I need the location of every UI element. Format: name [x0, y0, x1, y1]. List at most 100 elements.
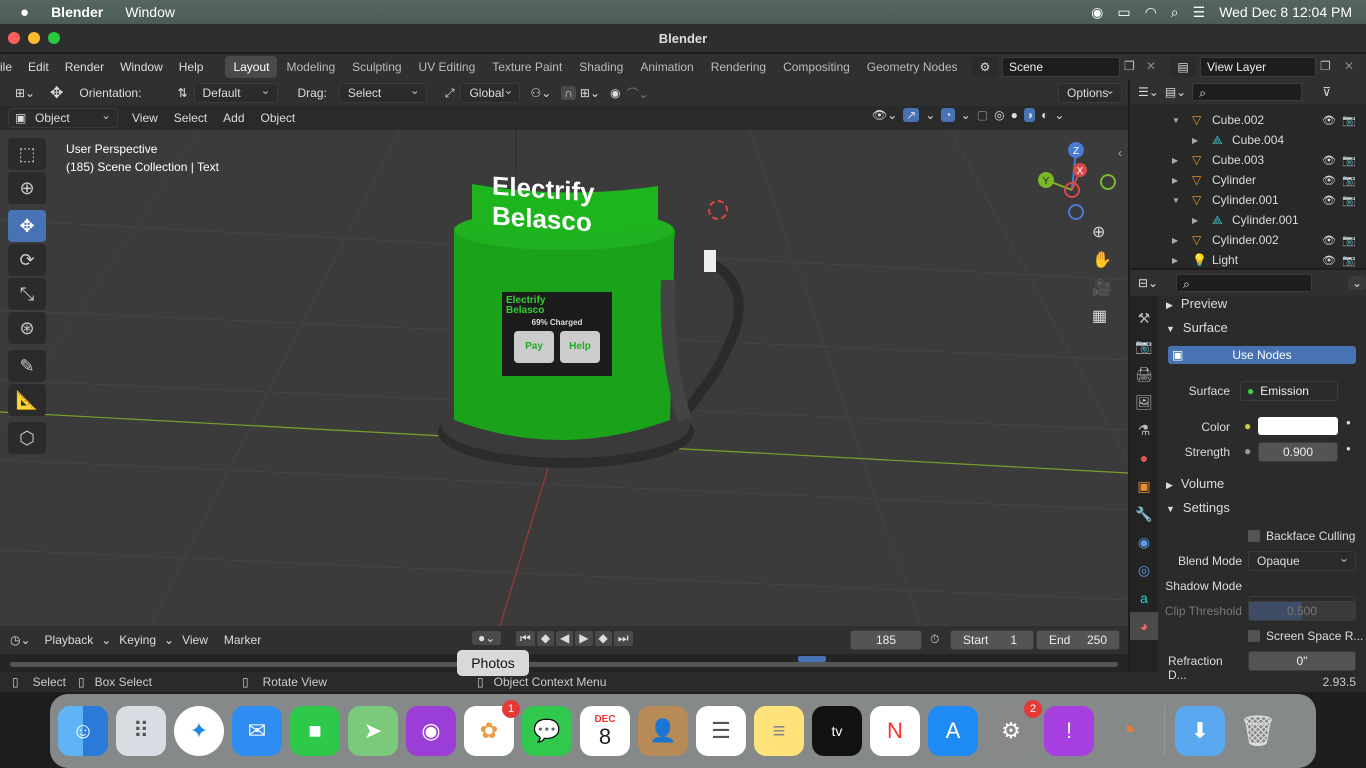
trash-icon[interactable]: 🗑 [1233, 706, 1283, 756]
outliner-row[interactable]: ▶ ⟁ Cylinder.001 [1130, 210, 1366, 230]
chevron-down-icon[interactable]: ▼ [1172, 196, 1180, 205]
material-tab-icon[interactable]: ◕ [1130, 612, 1158, 640]
view-layer-field[interactable]: View Layer [1200, 57, 1316, 77]
podcasts-icon[interactable]: ◉ [406, 706, 456, 756]
transform-tool-icon[interactable]: ⊛ [8, 312, 46, 344]
new-scene-icon[interactable]: ❐ [1124, 59, 1135, 73]
launchpad-icon[interactable]: ⠿ [116, 706, 166, 756]
messages-icon[interactable]: 💬 [522, 706, 572, 756]
strength-socket-icon[interactable]: ● [1244, 444, 1251, 458]
marker-menu[interactable]: Marker [216, 633, 269, 647]
outliner-row[interactable]: ▼ ▽ Cylinder.001 👁 📷 [1130, 190, 1366, 210]
outliner-row[interactable]: ▼ ▽ Cube.002 👁 📷 [1130, 110, 1366, 130]
notes-icon[interactable]: ≡ [754, 706, 804, 756]
tab-compositing[interactable]: Compositing [775, 56, 858, 78]
render-camera-icon[interactable]: 📷 [1342, 114, 1356, 127]
feedback-assistant-icon[interactable]: ! [1044, 706, 1094, 756]
scene-name-field[interactable]: Scene [1002, 57, 1120, 77]
tab-rendering[interactable]: Rendering [703, 56, 774, 78]
blend-mode-dropdown[interactable]: Opaque [1248, 549, 1356, 571]
outliner-row[interactable]: ▶ ▽ Cube.003 👁 📷 [1130, 150, 1366, 170]
delete-view-layer-icon[interactable]: ✕ [1344, 59, 1354, 73]
minimize-window-button[interactable] [28, 32, 40, 44]
modifier-tab-icon[interactable]: 🔧 [1130, 500, 1158, 528]
render-camera-icon[interactable]: 📷 [1342, 194, 1356, 207]
playhead[interactable] [798, 656, 826, 662]
jump-start-icon[interactable]: ⏮ [516, 631, 535, 646]
select-menu[interactable]: Select [166, 111, 215, 125]
pivot-point-icon[interactable]: ⚇⌄ [530, 86, 551, 100]
xray-icon[interactable]: ▢ [977, 108, 988, 122]
data-tab-icon[interactable]: a [1130, 584, 1158, 612]
measure-tool-icon[interactable]: 📐 [8, 384, 46, 416]
wireframe-shading-icon[interactable]: ◎ [994, 108, 1004, 122]
proportional-edit-icon[interactable]: ◉ [610, 86, 620, 100]
scale-tool-icon[interactable]: ⤡ [8, 278, 46, 310]
transform-orientation-dropdown[interactable]: Global [460, 81, 521, 103]
wifi-icon[interactable]: ◠ [1145, 4, 1157, 21]
chevron-right-icon[interactable]: ▶ [1172, 156, 1178, 165]
mode-dropdown[interactable]: ▣ Object Mode [8, 106, 118, 143]
view-menu[interactable]: View [124, 111, 166, 125]
close-window-button[interactable] [8, 32, 20, 44]
physics-tab-icon[interactable]: ◎ [1130, 556, 1158, 584]
refraction-depth-field[interactable]: 0" [1248, 651, 1356, 671]
end-frame-field[interactable]: End 250 [1036, 630, 1120, 650]
outliner-row[interactable]: ▶ ▽ Cylinder.002 👁 📷 [1130, 230, 1366, 250]
ortho-toggle-icon[interactable]: ▦ [1092, 306, 1112, 326]
play-icon[interactable]: ▶ [575, 631, 593, 646]
pivot-icon[interactable]: ⇅ [177, 86, 187, 100]
volume-section[interactable]: ▶ Volume [1166, 476, 1224, 491]
properties-search-input[interactable]: ⌕ [1176, 274, 1312, 292]
properties-editor-icon[interactable]: ⊟⌄ [1138, 276, 1158, 290]
surface-section[interactable]: ▼ Surface [1166, 320, 1228, 335]
visibility-eye-icon[interactable]: 👁 [1322, 154, 1336, 167]
visibility-eye-icon[interactable]: 👁 [1322, 174, 1336, 187]
datetime[interactable]: Wed Dec 8 12:04 PM [1219, 4, 1352, 20]
snap-target-icon[interactable]: ⊞⌄ [580, 86, 600, 100]
snap-icon[interactable]: ∩ [561, 86, 576, 100]
jump-end-icon[interactable]: ⏭ [613, 631, 633, 646]
orientation-dropdown[interactable]: Default [193, 81, 278, 103]
camera-view-icon[interactable]: 🎥 [1092, 278, 1112, 298]
options-dropdown[interactable]: Options [1058, 81, 1122, 103]
tab-shading[interactable]: Shading [571, 56, 631, 78]
file-menu[interactable]: ile [0, 60, 20, 74]
battery-icon[interactable]: ▭ [1117, 4, 1130, 21]
tab-uv-editing[interactable]: UV Editing [411, 56, 484, 78]
stopwatch-icon[interactable]: ⏱ [930, 632, 939, 647]
search-icon[interactable]: ⌕ [1171, 4, 1179, 21]
particles-tab-icon[interactable]: ◉ [1130, 528, 1158, 556]
app-store-icon[interactable]: A [928, 706, 978, 756]
3d-cursor-icon[interactable] [708, 200, 728, 220]
keying-menu[interactable]: Keying [111, 633, 164, 647]
start-frame-field[interactable]: Start 1 [950, 630, 1034, 650]
color-swatch[interactable] [1258, 417, 1338, 435]
rendered-shading-icon[interactable]: ◐ [1041, 108, 1048, 122]
move-tool-button-icon[interactable]: ✥ [8, 210, 46, 242]
new-view-layer-icon[interactable]: ❐ [1320, 59, 1331, 73]
pan-hand-icon[interactable]: ✋ [1092, 250, 1112, 270]
preview-section[interactable]: ▶ Preview [1166, 296, 1227, 311]
system-preferences-icon[interactable]: ⚙ 2 [986, 700, 1042, 756]
tab-texture-paint[interactable]: Texture Paint [484, 56, 570, 78]
select-box-tool-icon[interactable]: ⬚ [8, 138, 46, 170]
timeline-scrub-area[interactable] [0, 654, 1128, 672]
chevron-right-icon[interactable]: ▶ [1192, 216, 1198, 225]
render-tab-icon[interactable]: 📷 [1130, 332, 1158, 360]
color-socket-icon[interactable]: ● [1244, 419, 1251, 433]
world-tab-icon[interactable]: ● [1130, 444, 1158, 472]
tab-geometry-nodes[interactable]: Geometry Nodes [859, 56, 966, 78]
scene-browse-icon[interactable]: ⚙ [972, 57, 998, 77]
screen-mirror-icon[interactable]: ◉ [1091, 4, 1103, 21]
safari-icon[interactable]: ✦ [174, 706, 224, 756]
window-menu-blender[interactable]: Window [112, 60, 171, 74]
material-shading-icon[interactable]: ◑ [1023, 108, 1036, 122]
tool-settings-icon[interactable]: ⊞⌄ [10, 86, 40, 100]
add-menu[interactable]: Add [215, 111, 252, 125]
falloff-icon[interactable]: ⌒⌄ [627, 85, 649, 102]
reminders-icon[interactable]: ☰ [696, 706, 746, 756]
tab-sculpting[interactable]: Sculpting [344, 56, 409, 78]
contacts-icon[interactable]: 👤 [638, 706, 688, 756]
zoom-window-button[interactable] [48, 32, 60, 44]
